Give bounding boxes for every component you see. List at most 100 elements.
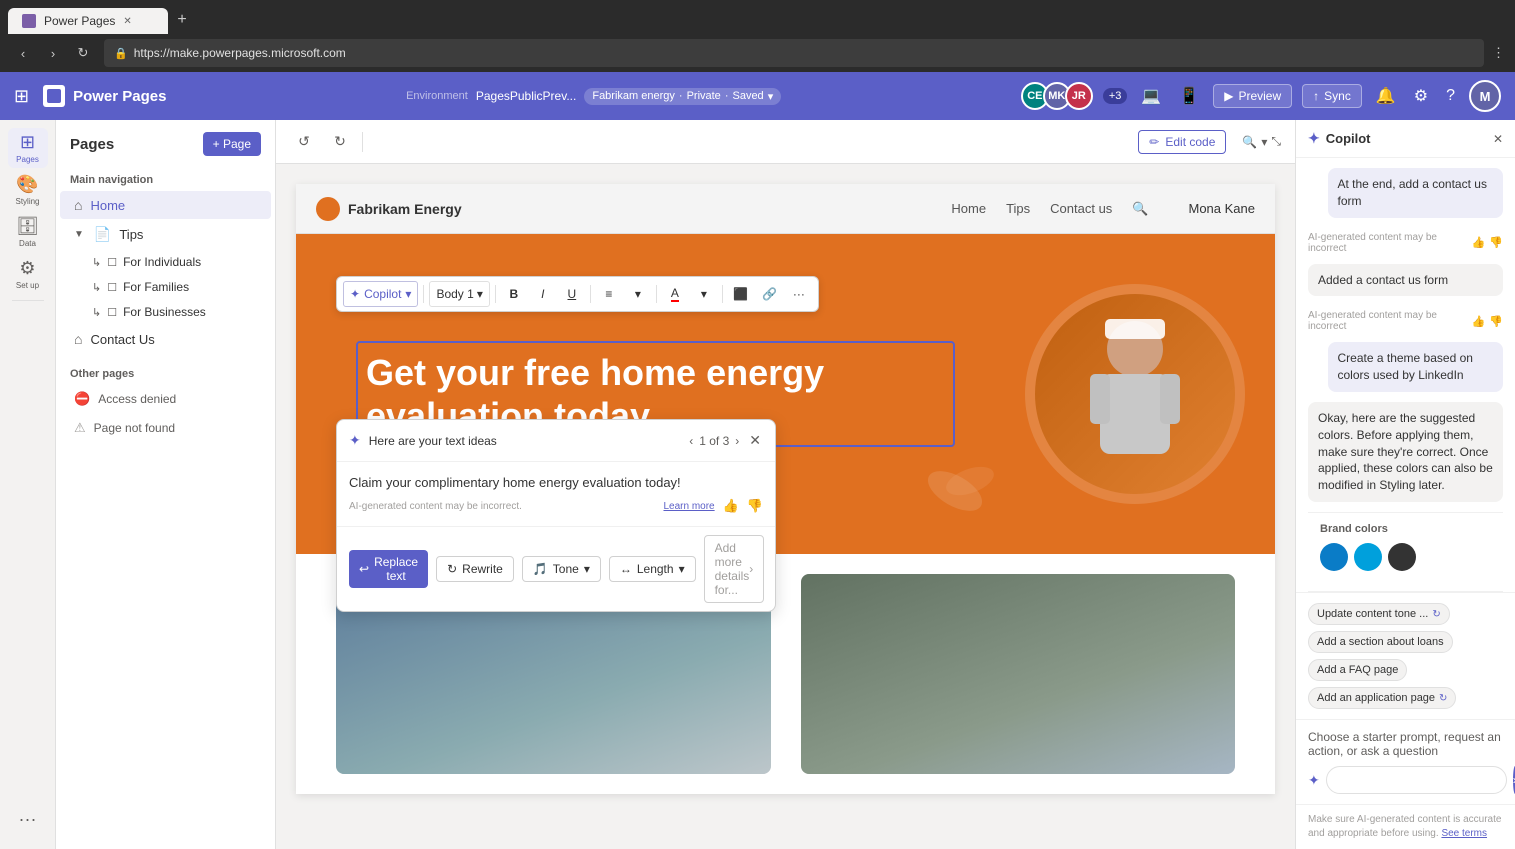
learn-more-link[interactable]: Learn more — [663, 501, 714, 512]
other-item-access-denied[interactable]: ⛔ Access denied — [60, 385, 271, 413]
chip-add-application[interactable]: Add an application page ↻ — [1308, 687, 1456, 709]
site-nav-home[interactable]: Home — [951, 201, 986, 216]
brand-swatch-2[interactable] — [1354, 543, 1382, 571]
saved-text: Saved — [732, 90, 763, 102]
other-item-page-not-found[interactable]: ⚠ Page not found — [60, 414, 271, 442]
msg-2-thumbdown[interactable]: 👎 — [1489, 315, 1503, 328]
msg-1-thumbup[interactable]: 👍 — [1472, 236, 1486, 249]
popup-nav: ‹ 1 of 3 › — [689, 434, 739, 448]
msg-1-thumbdown[interactable]: 👎 — [1489, 236, 1503, 249]
popup-close-btn[interactable]: ✕ — [747, 430, 763, 451]
plus-count-badge: +3 — [1103, 88, 1128, 104]
thumbs-down-btn[interactable]: 👎 — [747, 498, 763, 514]
tab-favicon — [22, 14, 36, 28]
notification-icon[interactable]: 🔔 — [1372, 82, 1400, 110]
sidebar-item-styling[interactable]: 🎨 Styling — [8, 170, 48, 210]
refresh-button[interactable]: ↻ — [70, 40, 96, 66]
brand-swatch-3[interactable] — [1388, 543, 1416, 571]
see-terms-link[interactable]: See terms — [1441, 828, 1487, 839]
tab-close-btn[interactable]: ✕ — [123, 16, 131, 27]
nav-item-tips[interactable]: ▼ 📄 Tips — [60, 220, 271, 249]
nav-item-contact[interactable]: ⌂ Contact Us — [60, 325, 271, 353]
add-detail-input[interactable]: Add more details for... › — [704, 535, 765, 603]
sidebar-item-pages[interactable]: ⊞ Pages — [8, 128, 48, 168]
chip-add-faq[interactable]: Add a FAQ page — [1308, 659, 1407, 681]
preview-button[interactable]: ▶ Preview — [1213, 84, 1292, 108]
edit-code-button[interactable]: ✏ Edit code — [1138, 130, 1226, 154]
chip-update-content-tone[interactable]: Update content tone ... ↻ — [1308, 603, 1450, 625]
thumbs-up-btn[interactable]: 👍 — [723, 498, 739, 514]
site-nav-tips[interactable]: Tips — [1006, 201, 1030, 216]
tone-button[interactable]: 🎵 Tone ▾ — [522, 556, 601, 582]
browser-tab[interactable]: Power Pages ✕ — [8, 8, 168, 34]
extensions-btn[interactable]: ⋮ — [1492, 45, 1505, 61]
popup-prev-btn[interactable]: ‹ — [689, 434, 693, 448]
zoom-out-icon[interactable]: 🔍 — [1242, 135, 1257, 149]
app-grid-icon[interactable]: ⊞ — [14, 86, 29, 107]
data-icon: 🗄 — [16, 216, 39, 237]
mobile-icon[interactable]: 📱 — [1175, 82, 1203, 110]
popup-actions: ↩ Replace text ↻ Rewrite 🎵 Tone — [337, 526, 775, 611]
browser-nav-buttons: ‹ › ↻ — [10, 40, 96, 66]
add-page-button[interactable]: + Page — [203, 132, 261, 156]
chip-1-text: Update content tone ... — [1317, 608, 1428, 620]
chip-add-loans-section[interactable]: Add a section about loans — [1308, 631, 1453, 653]
copilot-toolbar-btn[interactable]: ✦ Copilot ▾ — [343, 281, 418, 307]
align-chevron[interactable]: ▾ — [625, 281, 651, 307]
copilot-dropdown-icon: ▾ — [405, 287, 411, 301]
more-options-button[interactable]: ··· — [786, 281, 812, 307]
chip-4-text: Add an application page — [1317, 692, 1435, 704]
font-color-button[interactable]: A — [662, 281, 688, 307]
zoom-control[interactable]: 🔍 ▾ ⤡ — [1242, 134, 1281, 149]
url-box[interactable]: 🔒 https://make.powerpages.microsoft.com — [104, 39, 1484, 67]
input-prompt-text: Choose a starter prompt, request an acti… — [1308, 730, 1503, 758]
highlight-button[interactable]: ⬛ — [728, 281, 754, 307]
header-right: CE MK JR +3 💻 📱 ▶ Preview ↑ Sync 🔔 ⚙ ? M — [1021, 80, 1501, 112]
site-brand-name: Fabrikam Energy — [348, 201, 462, 217]
link-button[interactable]: 🔗 — [757, 281, 783, 307]
forward-button[interactable]: › — [40, 40, 66, 66]
sidebar-item-more[interactable]: ··· — [8, 799, 48, 839]
copilot-input[interactable] — [1326, 766, 1507, 794]
sidebar-item-data[interactable]: 🗄 Data — [8, 212, 48, 252]
brand-swatch-1[interactable] — [1320, 543, 1348, 571]
underline-button[interactable]: U — [559, 281, 585, 307]
nav-sub-item-businesses[interactable]: ↳ ☐ For Businesses — [60, 300, 271, 324]
styling-icon: 🎨 — [16, 174, 38, 195]
help-icon[interactable]: ? — [1442, 83, 1459, 109]
rewrite-button[interactable]: ↻ Rewrite — [436, 556, 514, 582]
sync-icon: ↑ — [1313, 89, 1319, 103]
settings-icon[interactable]: ⚙ — [1410, 82, 1432, 110]
pages-title: Pages — [70, 136, 114, 153]
device-icon[interactable]: 💻 — [1137, 82, 1165, 110]
align-button[interactable]: ≡ — [596, 281, 622, 307]
sync-button[interactable]: ↑ Sync — [1302, 84, 1362, 108]
site-nav-contact[interactable]: Contact us — [1050, 201, 1112, 216]
msg-2-thumbup[interactable]: 👍 — [1472, 315, 1486, 328]
panel-close-button[interactable]: ✕ — [1493, 132, 1503, 146]
nav-item-home[interactable]: ⌂ Home — [60, 191, 271, 219]
back-button[interactable]: ‹ — [10, 40, 36, 66]
families-page-icon: ☐ — [107, 281, 117, 294]
families-label: For Families — [123, 280, 189, 294]
font-color-chevron[interactable]: ▾ — [691, 281, 717, 307]
nav-sub-item-families[interactable]: ↳ ☐ For Families — [60, 275, 271, 299]
nav-sub-item-individuals[interactable]: ↳ ☐ For Individuals — [60, 250, 271, 274]
italic-button[interactable]: I — [530, 281, 556, 307]
replace-text-button[interactable]: ↩ Replace text — [349, 550, 428, 588]
zoom-chevron: ▾ — [1261, 135, 1267, 149]
new-tab-button[interactable]: + — [168, 6, 196, 34]
user-avatar[interactable]: M — [1469, 80, 1501, 112]
msg-1-disclaimer: AI-generated content may be incorrect 👍 … — [1308, 232, 1503, 254]
undo-button[interactable]: ↺ — [290, 128, 318, 156]
body-style-dropdown[interactable]: Body 1 ▾ — [429, 281, 489, 307]
app-logo[interactable]: Power Pages — [43, 85, 166, 107]
site-nav-icon-search[interactable]: 🔍 — [1132, 201, 1148, 217]
length-button[interactable]: ↔ Length ▾ — [609, 556, 696, 582]
fullscreen-icon[interactable]: ⤡ — [1271, 134, 1281, 149]
bold-button[interactable]: B — [501, 281, 527, 307]
sidebar-item-setup[interactable]: ⚙ Set up — [8, 254, 48, 294]
popup-next-btn[interactable]: › — [735, 434, 739, 448]
redo-button[interactable]: ↻ — [326, 128, 354, 156]
saved-badge[interactable]: Fabrikam energy · Private · Saved ▾ — [584, 88, 781, 105]
